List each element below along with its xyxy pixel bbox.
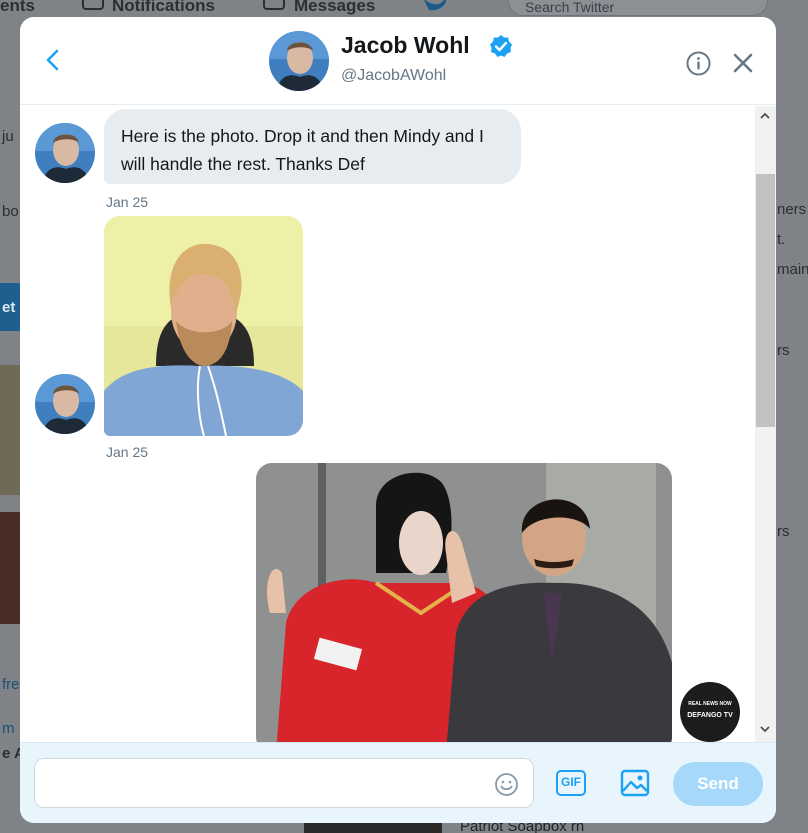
- message-input[interactable]: [34, 758, 534, 808]
- message-list[interactable]: Here is the photo. Drop it and then Mind…: [20, 106, 776, 742]
- bg-tab-messages: Messages: [294, 0, 376, 15]
- bg-left-image: [0, 512, 20, 624]
- scrollbar-thumb[interactable]: [756, 174, 775, 427]
- message-timestamp: Jan 25: [106, 194, 149, 210]
- conversation-header: Jacob Wohl @JacobAWohl: [20, 17, 776, 105]
- dm-modal: Jacob Wohl @JacobAWohl Here is the photo…: [20, 17, 776, 823]
- bg-right-text: rs: [777, 523, 790, 540]
- bg-left-text: fre: [2, 676, 20, 693]
- watermark-top-text: REAL NEWS NOW: [688, 701, 732, 707]
- scrollbar[interactable]: [755, 106, 776, 742]
- avatar[interactable]: [35, 123, 95, 183]
- bg-right-text: main: [777, 261, 808, 278]
- contact-handle[interactable]: @JacobAWohl: [341, 67, 446, 85]
- message-composer: GIF Send: [20, 742, 776, 823]
- bg-right-text: ners: [777, 201, 807, 218]
- gif-button[interactable]: GIF: [556, 770, 586, 796]
- image-upload-icon[interactable]: [620, 769, 650, 797]
- verified-badge-icon: [490, 35, 512, 57]
- bg-left-text: et: [2, 299, 16, 316]
- message-image[interactable]: [104, 216, 303, 436]
- scroll-up-icon[interactable]: [760, 111, 770, 121]
- background-right: [776, 40, 808, 833]
- twitter-bird-icon: [424, 0, 446, 11]
- bg-search: Search Twitter: [508, 0, 768, 16]
- bg-left-text: bo: [2, 203, 19, 220]
- info-icon[interactable]: [686, 51, 711, 76]
- bg-bottom-image: [304, 822, 442, 833]
- bg-left-text: m: [2, 720, 15, 737]
- bg-tab-notifications: Notifications: [112, 0, 215, 15]
- close-icon[interactable]: [732, 52, 754, 74]
- scroll-down-icon[interactable]: [760, 724, 770, 734]
- message-image[interactable]: AP: [256, 463, 672, 742]
- envelope-icon: [263, 0, 285, 10]
- avatar[interactable]: [35, 374, 95, 434]
- contact-name[interactable]: Jacob Wohl: [341, 32, 470, 59]
- watermark-logo: REAL NEWS NOW DEFANGO TV: [680, 682, 740, 742]
- message-timestamp: Jan 25: [106, 444, 149, 460]
- bg-right-text: t.: [777, 231, 786, 248]
- avatar[interactable]: [269, 31, 329, 91]
- bell-icon: [82, 0, 104, 10]
- bg-left-text: ju: [2, 128, 14, 145]
- message-bubble[interactable]: Here is the photo. Drop it and then Mind…: [104, 109, 521, 184]
- back-arrow-icon[interactable]: [40, 45, 66, 75]
- emoji-icon[interactable]: [494, 772, 519, 797]
- bg-left-image: [0, 365, 20, 495]
- watermark-bottom-text: DEFANGO TV: [687, 712, 733, 719]
- bg-tab-home: ents: [0, 0, 35, 15]
- send-button[interactable]: Send: [673, 762, 763, 806]
- bg-right-text: rs: [777, 342, 790, 359]
- bg-search-placeholder: Search Twitter: [525, 0, 615, 15]
